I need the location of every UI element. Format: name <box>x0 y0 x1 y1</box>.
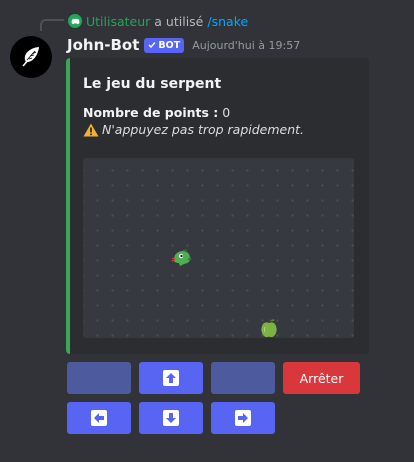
bot-badge: BOT <box>144 37 185 53</box>
timestamp: Aujourd'hui à 19:57 <box>192 38 301 52</box>
blank-button-right[interactable] <box>211 362 275 394</box>
check-icon <box>148 42 156 49</box>
arrow-right-icon <box>235 410 251 426</box>
warning-icon <box>83 123 99 136</box>
game-board <box>83 158 354 338</box>
arrow-down-icon <box>163 410 179 426</box>
snake-head-icon <box>171 249 192 266</box>
warning-text: N'appuyez pas trop rapidement. <box>102 122 305 137</box>
reply-username[interactable]: Utilisateur <box>86 14 150 29</box>
reply-command[interactable]: /snake <box>207 14 248 29</box>
warning-row: N'appuyez pas trop rapidement. <box>83 122 304 137</box>
arrow-up-icon <box>163 370 179 386</box>
message-header: John-Bot BOT Aujourd'hui à 19:57 <box>67 35 300 55</box>
score-label: Nombre de points : <box>83 105 219 120</box>
right-button[interactable] <box>211 402 275 434</box>
down-button[interactable] <box>139 402 203 434</box>
avatar[interactable] <box>10 36 52 78</box>
left-button[interactable] <box>67 402 131 434</box>
arrow-left-icon <box>91 410 107 426</box>
apple-icon <box>261 318 277 338</box>
score-row: Nombre de points : 0 <box>83 105 230 120</box>
reply-connector <box>40 19 64 31</box>
feather-icon <box>22 47 39 67</box>
reply-context[interactable]: Utilisateur a utilisé /snake <box>68 12 248 30</box>
embed-title: Le jeu du serpent <box>83 76 222 92</box>
game-embed: Le jeu du serpent Nombre de points : 0 N… <box>66 58 369 354</box>
score-value: 0 <box>222 105 231 120</box>
reply-action: a utilisé <box>154 13 204 29</box>
up-button[interactable] <box>139 362 203 394</box>
blank-button-left[interactable] <box>67 362 131 394</box>
discord-icon <box>68 14 82 28</box>
bot-badge-label: BOT <box>158 39 181 51</box>
stop-button[interactable]: Arrêter <box>283 362 360 394</box>
author-name[interactable]: John-Bot <box>67 36 139 54</box>
